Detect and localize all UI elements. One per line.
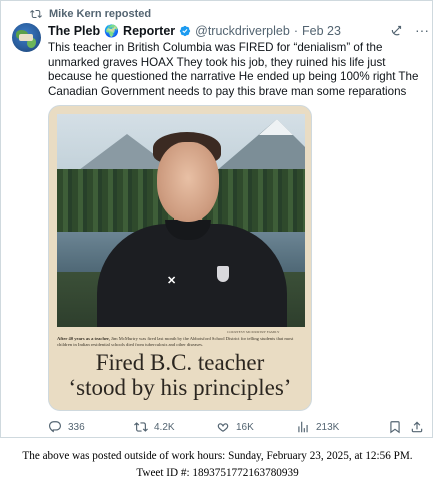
tweet-id-line: Tweet ID #: 1893751772163780939 <box>136 467 299 479</box>
reply-count: 336 <box>68 421 85 433</box>
posting-notice: The above was posted outside of work hou… <box>0 448 435 482</box>
reply-icon <box>49 421 61 433</box>
avatar[interactable] <box>12 23 41 52</box>
tweet-media-image[interactable]: ✕ COURTESY MCMURTRY FAMILY After 40 year… <box>48 105 312 411</box>
share-icon[interactable] <box>410 420 424 434</box>
repost-count: 4.2K <box>154 421 175 433</box>
newspaper-photo: ✕ <box>57 114 305 327</box>
tweet-header: The Pleb 🌍 Reporter @truckdriverpleb · F… <box>48 23 341 39</box>
verified-badge-icon <box>180 25 191 37</box>
views-chart-icon <box>298 421 308 433</box>
views-button[interactable]: 213K <box>296 419 339 435</box>
repost-button[interactable]: 4.2K <box>134 419 175 435</box>
separator-dot: · <box>293 24 298 38</box>
author-name[interactable]: The Pleb <box>48 24 100 38</box>
tweet-date[interactable]: Feb 23 <box>302 24 341 38</box>
author-name-suffix[interactable]: Reporter <box>123 24 175 38</box>
bookmark-icon[interactable] <box>388 420 402 434</box>
caption-lead: After 40 years as a teacher, <box>57 336 110 341</box>
photo-caption: After 40 years as a teacher, Jim McMurtr… <box>57 336 305 347</box>
more-options-icon[interactable]: ··· <box>415 22 429 38</box>
headline-line-2: ‘stood by his principles’ <box>68 375 292 400</box>
globe-emoji: 🌍 <box>104 24 120 38</box>
posting-notice-line-1: The above was posted outside of work hou… <box>22 450 413 462</box>
action-bar: 336 4.2K 16K 213K <box>48 419 423 435</box>
author-handle[interactable]: @truckdriverpleb <box>195 24 290 38</box>
tweet-text: This teacher in British Columbia was FIR… <box>48 41 419 98</box>
like-count: 16K <box>236 421 254 433</box>
like-button[interactable]: 16K <box>216 419 254 435</box>
headline-line-1: Fired B.C. teacher <box>95 350 265 375</box>
reply-button[interactable]: 336 <box>48 419 85 435</box>
repost-label[interactable]: Mike Kern reposted <box>49 8 151 20</box>
views-count: 213K <box>316 421 340 433</box>
newspaper-headline: Fired B.C. teacher ‘stood by his princip… <box>49 350 311 400</box>
grok-icon[interactable] <box>390 23 404 37</box>
repost-icon <box>30 9 42 19</box>
photo-credit: COURTESY MCMURTRY FAMILY <box>227 330 280 334</box>
repost-indicator: Mike Kern reposted <box>30 7 151 21</box>
repost-action-icon <box>134 422 148 432</box>
tweet-card[interactable]: Mike Kern reposted The Pleb 🌍 Reporter @… <box>0 0 433 438</box>
heart-icon <box>217 423 229 432</box>
